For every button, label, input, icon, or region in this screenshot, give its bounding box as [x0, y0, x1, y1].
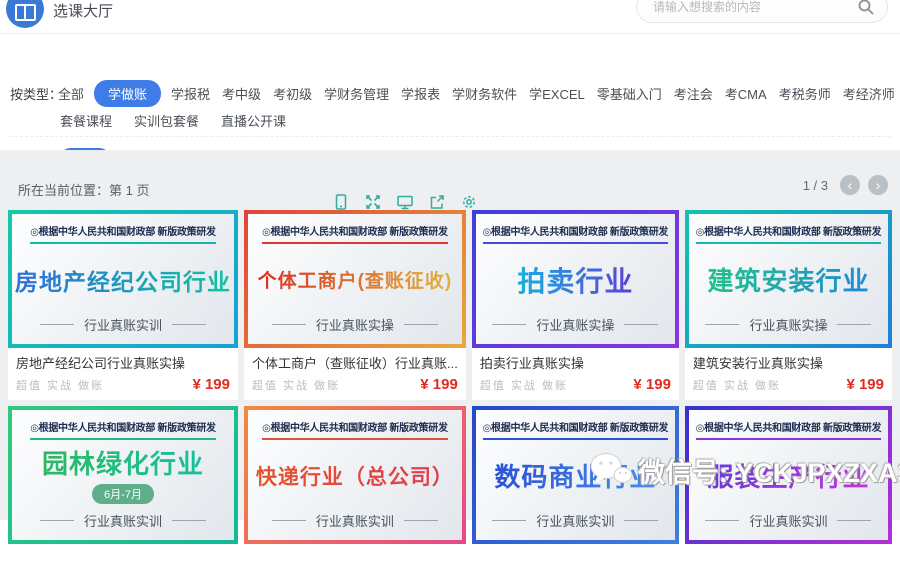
- banner-note: ◎根据中华人民共和国财政部 新版政策研发: [483, 223, 669, 244]
- course-banner: ◎根据中华人民共和国财政部 新版政策研发 快递行业（总公司） 行业真账实训: [244, 406, 466, 544]
- type-filter-cpa[interactable]: 考注会: [672, 81, 715, 106]
- course-tags: 超值 实战 做账: [252, 377, 340, 393]
- type-filter-tax[interactable]: 学报税: [169, 81, 212, 106]
- banner-subtitle: 行业真账实操: [272, 315, 438, 334]
- page-indicator: 1 / 3: [803, 178, 828, 193]
- search-box: [636, 0, 888, 23]
- banner-title: 个体工商户(查账征收): [258, 266, 453, 293]
- course-title: 房地产经纪公司行业真账实操: [16, 353, 230, 372]
- course-banner: ◎根据中华人民共和国财政部 新版政策研发 数码商业行业 行业真账实训: [472, 406, 679, 544]
- filter-panel: 按类型： 全部 学做账 学报税 考中级 考初级 学财务管理 学报表 学财务软件 …: [0, 34, 900, 150]
- banner-title: 拍卖行业: [517, 260, 633, 300]
- search-icon: [857, 0, 875, 16]
- course-tags: 超值 实战 做账: [480, 377, 568, 393]
- course-card[interactable]: ◎根据中华人民共和国财政部 新版政策研发 拍卖行业 行业真账实操 拍卖行业真账实…: [472, 210, 679, 400]
- course-card[interactable]: ◎根据中华人民共和国财政部 新版政策研发 快递行业（总公司） 行业真账实训: [244, 406, 466, 575]
- banner-title: 数码商业行业: [494, 457, 656, 494]
- type-filter-cma[interactable]: 考CMA: [723, 81, 769, 106]
- type-filter-training-package[interactable]: 实训包套餐: [132, 108, 201, 133]
- course-banner: ◎根据中华人民共和国财政部 新版政策研发 个体工商户(查账征收) 行业真账实操: [244, 210, 466, 348]
- share-icon: [428, 193, 446, 211]
- banner-subtitle: 行业真账实训: [40, 315, 206, 334]
- banner-note: ◎根据中华人民共和国财政部 新版政策研发: [696, 419, 882, 440]
- course-tags: 超值 实战 做账: [16, 377, 104, 393]
- banner-subtitle: 行业真账实训: [705, 511, 871, 530]
- course-card[interactable]: ◎根据中华人民共和国财政部 新版政策研发 服装生产行业 行业真账实训: [685, 406, 892, 575]
- course-banner: ◎根据中华人民共和国财政部 新版政策研发 房地产经纪公司行业 行业真账实训: [8, 210, 238, 348]
- page-title: 选课大厅: [53, 0, 113, 21]
- prev-page-button[interactable]: ‹: [840, 175, 860, 195]
- type-filter-row2: 套餐课程 实训包套餐 直播公开课: [58, 108, 288, 133]
- banner-note: ◎根据中华人民共和国财政部 新版政策研发: [483, 419, 669, 440]
- chevron-right-icon: ›: [876, 177, 881, 193]
- banner-note: ◎根据中华人民共和国财政部 新版政策研发: [262, 223, 448, 244]
- course-card[interactable]: ◎根据中华人民共和国财政部 新版政策研发 园林绿化行业 6月-7月 行业真账实训: [8, 406, 238, 575]
- type-filter-tax-agent[interactable]: 考税务师: [777, 81, 833, 106]
- course-title: 个体工商户（查账征收）行业真账...: [252, 353, 458, 372]
- course-price: ¥ 199: [633, 376, 671, 393]
- type-filter-beginner[interactable]: 零基础入门: [595, 81, 664, 106]
- course-banner: ◎根据中华人民共和国财政部 新版政策研发 建筑安装行业 行业真账实操: [685, 210, 892, 348]
- type-filter-software[interactable]: 学财务软件: [450, 81, 519, 106]
- course-hall-icon: [6, 0, 44, 28]
- course-card[interactable]: ◎根据中华人民共和国财政部 新版政策研发 数码商业行业 行业真账实训: [472, 406, 679, 575]
- type-filter-label: 按类型：: [10, 84, 62, 103]
- search-input[interactable]: [651, 0, 857, 15]
- banner-title: 园林绿化行业: [42, 444, 204, 481]
- banner-note: ◎根据中华人民共和国财政部 新版政策研发: [696, 223, 882, 244]
- type-filter-row: 全部 学做账 学报税 考中级 考初级 学财务管理 学报表 学财务软件 学EXCE…: [56, 80, 896, 107]
- course-tags: 超值 实战 做账: [693, 377, 781, 393]
- type-filter-intermediate[interactable]: 考中级: [220, 81, 263, 106]
- top-header: 选课大厅: [0, 0, 900, 34]
- banner-title: 快递行业（总公司）: [256, 461, 454, 491]
- banner-title: 服装生产行业: [707, 457, 869, 494]
- monitor-icon: [396, 193, 414, 211]
- type-filter-junior[interactable]: 考初级: [271, 81, 314, 106]
- card-badge: 6月-7月: [92, 484, 154, 504]
- course-card[interactable]: ◎根据中华人民共和国财政部 新版政策研发 个体工商户(查账征收) 行业真账实操 …: [244, 210, 466, 400]
- course-price: ¥ 199: [192, 376, 230, 393]
- banner-note: ◎根据中华人民共和国财政部 新版政策研发: [262, 419, 448, 440]
- course-grid: ◎根据中华人民共和国财政部 新版政策研发 房地产经纪公司行业 行业真账实训 房地…: [8, 210, 892, 575]
- banner-subtitle: 行业真账实训: [272, 511, 438, 530]
- current-location-text: 所在当前位置：第 1 页: [18, 180, 149, 199]
- course-banner: ◎根据中华人民共和国财政部 新版政策研发 园林绿化行业 6月-7月 行业真账实训: [8, 406, 238, 544]
- banner-subtitle: 行业真账实操: [705, 315, 871, 334]
- course-banner: ◎根据中华人民共和国财政部 新版政策研发 拍卖行业 行业真账实操: [472, 210, 679, 348]
- type-filter-finance-mgmt[interactable]: 学财务管理: [322, 81, 391, 106]
- banner-title: 房地产经纪公司行业: [15, 263, 231, 297]
- type-filter-live-open-class[interactable]: 直播公开课: [219, 108, 288, 133]
- course-card[interactable]: ◎根据中华人民共和国财政部 新版政策研发 建筑安装行业 行业真账实操 建筑安装行…: [685, 210, 892, 400]
- type-filter-all[interactable]: 全部: [56, 81, 86, 106]
- course-price: ¥ 199: [420, 376, 458, 393]
- course-price: ¥ 199: [846, 376, 884, 393]
- banner-note: ◎根据中华人民共和国财政部 新版政策研发: [30, 419, 216, 440]
- pagination: 1 / 3 ‹ ›: [803, 175, 888, 195]
- course-title: 建筑安装行业真账实操: [693, 353, 884, 372]
- banner-note: ◎根据中华人民共和国财政部 新版政策研发: [30, 223, 216, 244]
- gear-icon: [460, 193, 478, 211]
- chevron-left-icon: ‹: [848, 177, 853, 193]
- banner-subtitle: 行业真账实训: [492, 511, 658, 530]
- banner-title: 建筑安装行业: [707, 261, 869, 298]
- type-filter-package-course[interactable]: 套餐课程: [58, 108, 114, 133]
- course-title: 拍卖行业真账实操: [480, 353, 671, 372]
- next-page-button[interactable]: ›: [868, 175, 888, 195]
- type-filter-economist[interactable]: 考经济师: [841, 81, 897, 106]
- search-button[interactable]: [857, 0, 887, 22]
- type-filter-excel[interactable]: 学EXCEL: [527, 81, 587, 106]
- course-card[interactable]: ◎根据中华人民共和国财政部 新版政策研发 房地产经纪公司行业 行业真账实训 房地…: [8, 210, 238, 400]
- type-filter-bookkeeping-active[interactable]: 学做账: [94, 80, 161, 107]
- filter-divider: [10, 136, 890, 137]
- expand-arrows-icon: [364, 193, 382, 211]
- banner-subtitle: 行业真账实训: [40, 511, 206, 530]
- course-list-panel: 所在当前位置：第 1 页: [0, 150, 900, 520]
- tablet-icon: [332, 193, 350, 211]
- type-filter-reports[interactable]: 学报表: [399, 81, 442, 106]
- course-banner: ◎根据中华人民共和国财政部 新版政策研发 服装生产行业 行业真账实训: [685, 406, 892, 544]
- banner-subtitle: 行业真账实操: [492, 315, 658, 334]
